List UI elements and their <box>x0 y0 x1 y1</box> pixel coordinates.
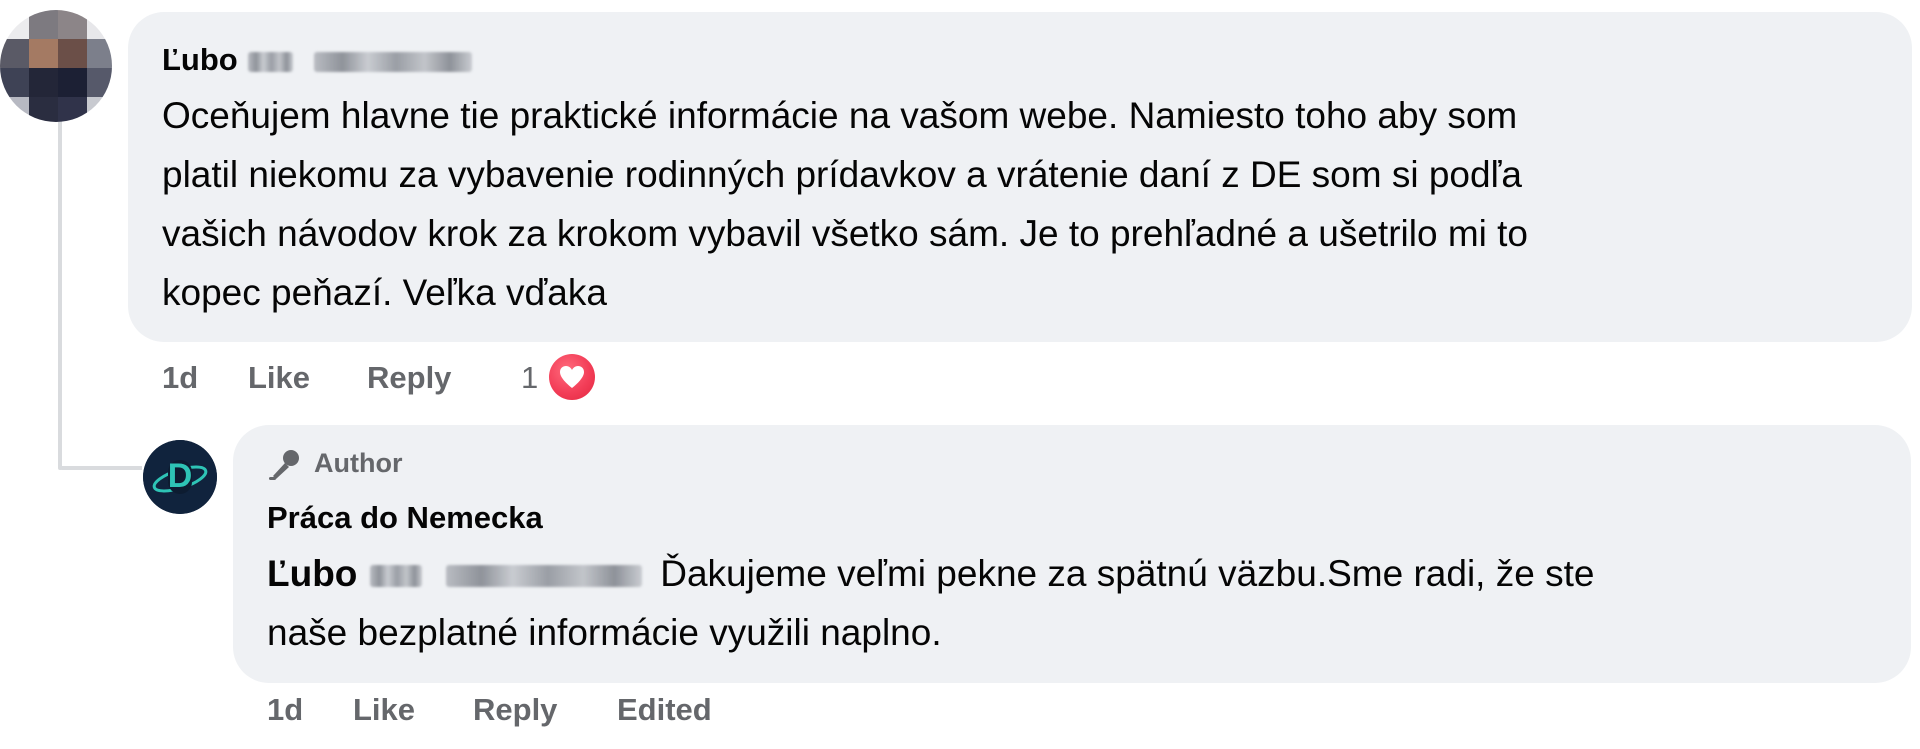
reply-text-line: Ľubo Ďakujeme veľmi pekne za spätnú väzb… <box>267 544 1887 603</box>
page-avatar-letter: D <box>167 457 193 495</box>
microphone-icon <box>267 449 303 481</box>
redacted-surname <box>314 51 472 72</box>
reply-actions: 1d Like Reply Edited <box>0 692 1920 732</box>
comment-actions: 1d Like Reply 1 <box>0 360 1920 400</box>
page-avatar[interactable]: D <box>143 440 217 514</box>
reply-text-line1: Ďakujeme veľmi pekne za spätnú väzbu.Sme… <box>660 553 1595 594</box>
mention-name: Ľubo <box>267 553 358 594</box>
heart-icon[interactable] <box>545 350 599 404</box>
comment-author[interactable]: Ľubo <box>162 42 472 78</box>
comment-text-line: kopec peňazí. Veľka vďaka <box>162 272 607 313</box>
mention-tag[interactable]: Ľubo <box>267 553 652 594</box>
avatar[interactable] <box>0 10 112 122</box>
comment-text-line: platil niekomu za vybavenie rodinných pr… <box>162 154 1522 195</box>
reply-button[interactable]: Reply <box>367 360 451 396</box>
comment-text-line: vašich návodov krok za krokom vybavil vš… <box>162 213 1529 254</box>
thread-connector-elbow <box>58 466 142 470</box>
reply-text-line: naše bezplatné informácie využili naplno… <box>267 612 942 653</box>
like-button[interactable]: Like <box>248 360 310 396</box>
redacted-name-part <box>248 51 294 72</box>
redacted-name-part <box>369 565 422 588</box>
comment-text: Oceňujem hlavne tie praktické informácie… <box>162 86 1902 322</box>
redacted-surname <box>445 565 642 588</box>
reply-button[interactable]: Reply <box>473 692 557 728</box>
comment-author-name: Ľubo <box>162 42 238 77</box>
reply-timestamp[interactable]: 1d <box>267 692 303 728</box>
comment-text-line: Oceňujem hlavne tie praktické informácie… <box>162 95 1518 136</box>
author-badge-label: Author <box>314 448 403 478</box>
like-button[interactable]: Like <box>353 692 415 728</box>
reply-text: Ľubo Ďakujeme veľmi pekne za spätnú väzb… <box>267 544 1887 662</box>
reaction-count[interactable]: 1 <box>521 360 538 396</box>
edited-label[interactable]: Edited <box>617 692 712 728</box>
reply-author[interactable]: Práca do Nemecka <box>267 500 543 536</box>
thread-connector-line <box>58 118 62 470</box>
comment-timestamp[interactable]: 1d <box>162 360 198 396</box>
